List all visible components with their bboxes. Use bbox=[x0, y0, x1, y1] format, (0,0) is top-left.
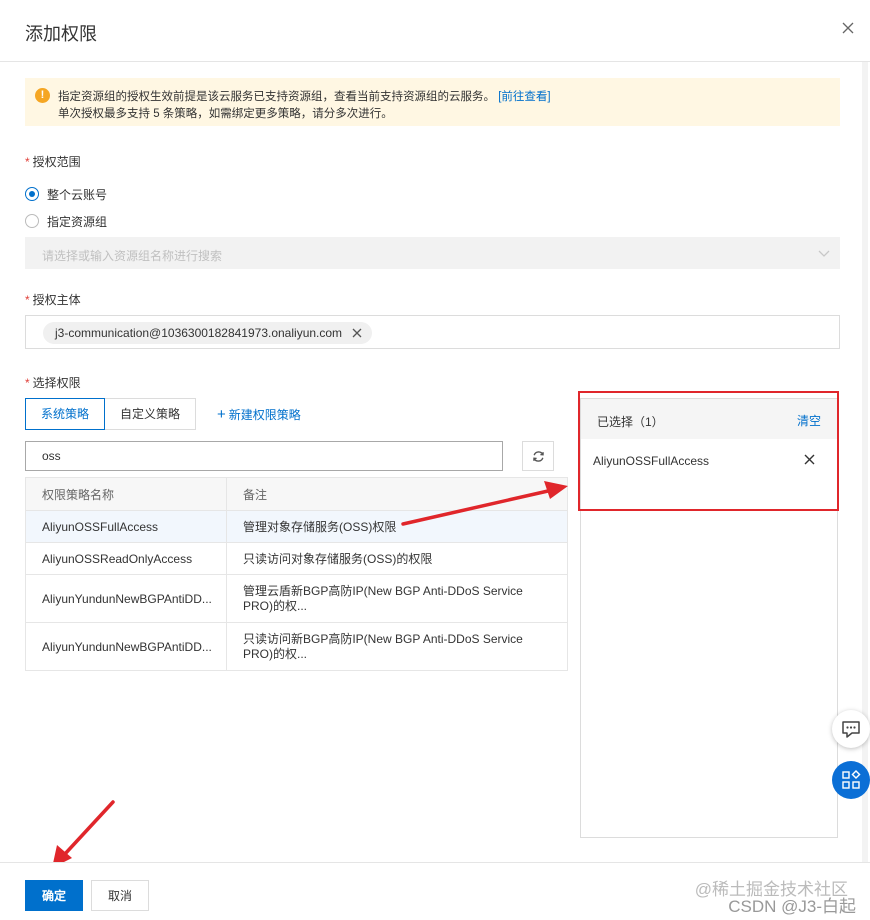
apps-grid-icon bbox=[842, 769, 861, 789]
policy-note: 只读访问对象存储服务(OSS)的权限 bbox=[243, 552, 433, 566]
new-policy-link[interactable]: + 新建权限策略 bbox=[217, 406, 301, 423]
principal-tag: j3-communication@1036300182841973.onaliy… bbox=[43, 322, 373, 344]
policy-name: AliyunYundunNewBGPAntiDD... bbox=[26, 623, 227, 670]
required-mark: * bbox=[25, 293, 30, 307]
policy-name: AliyunYundunNewBGPAntiDD... bbox=[26, 575, 227, 622]
notice-text: 指定资源组的授权生效前提是该云服务已支持资源组，查看当前支持资源组的云服务。 bbox=[58, 91, 495, 103]
table-row[interactable]: AliyunYundunNewBGPAntiDD... 只读访问新BGP高防IP… bbox=[26, 622, 567, 670]
selected-policy-item: AliyunOSSFullAccess bbox=[593, 454, 710, 468]
clear-all-link[interactable]: 清空 bbox=[797, 412, 821, 429]
tab-system-policy[interactable]: 系统策略 bbox=[25, 398, 106, 430]
column-header-note: 备注 bbox=[243, 487, 268, 502]
tab-custom-policy[interactable]: 自定义策略 bbox=[105, 398, 197, 430]
apps-button[interactable] bbox=[832, 761, 870, 799]
chevron-down-icon bbox=[818, 250, 830, 257]
warning-icon: ! bbox=[35, 88, 50, 103]
radio-whole-account[interactable]: 整个云账号 bbox=[25, 185, 107, 203]
confirm-button[interactable]: 确定 bbox=[25, 880, 83, 911]
view-supported-link[interactable]: [前往查看] bbox=[498, 91, 550, 103]
radio-resource-group[interactable]: 指定资源组 bbox=[25, 212, 107, 230]
selected-policies-panel: 已选择（1） 清空 AliyunOSSFullAccess bbox=[580, 398, 838, 838]
policy-name: AliyunOSSReadOnlyAccess bbox=[26, 543, 227, 574]
watermark-csdn: CSDN @J3-白起 bbox=[728, 897, 856, 916]
chat-button[interactable] bbox=[832, 710, 870, 748]
resource-group-select: 请选择或输入资源组名称进行搜索 bbox=[25, 237, 840, 269]
notice-text-2: 单次授权最多支持 5 条策略，如需绑定更多策略，请分多次进行。 bbox=[58, 108, 393, 120]
policy-note: 管理云盾新BGP高防IP(New BGP Anti-DDoS Service P… bbox=[243, 583, 523, 613]
table-row[interactable]: AliyunOSSFullAccess 管理对象存储服务(OSS)权限 bbox=[26, 510, 567, 542]
required-mark: * bbox=[25, 376, 30, 390]
radio-label: 整个云账号 bbox=[47, 187, 108, 202]
selected-count: 已选择（1） bbox=[597, 415, 664, 429]
remove-selected-icon[interactable] bbox=[804, 454, 815, 465]
required-mark: * bbox=[25, 155, 30, 169]
add-permission-dialog: 添加权限 ! 指定资源组的授权生效前提是该云服务已支持资源组，查看当前支持资源组… bbox=[0, 0, 870, 920]
refresh-icon bbox=[533, 451, 544, 462]
column-header-name: 权限策略名称 bbox=[26, 478, 227, 510]
principal-tag-text: j3-communication@1036300182841973.onaliy… bbox=[55, 326, 343, 340]
radio-unchecked-icon[interactable] bbox=[25, 214, 39, 228]
close-icon[interactable] bbox=[840, 20, 856, 36]
annotation-arrow-icon bbox=[52, 800, 115, 868]
selected-panel-header: 已选择（1） 清空 bbox=[581, 399, 837, 439]
select-placeholder: 请选择或输入资源组名称进行搜索 bbox=[42, 249, 223, 263]
scope-label: * 授权范围 bbox=[25, 155, 81, 169]
dialog-header: 添加权限 bbox=[0, 0, 870, 62]
plus-icon: + bbox=[217, 406, 226, 423]
notice-banner: ! 指定资源组的授权生效前提是该云服务已支持资源组，查看当前支持资源组的云服务。… bbox=[25, 78, 840, 126]
policy-note: 只读访问新BGP高防IP(New BGP Anti-DDoS Service P… bbox=[243, 631, 523, 661]
policy-note: 管理对象存储服务(OSS)权限 bbox=[243, 520, 397, 534]
policy-search-input[interactable] bbox=[25, 441, 503, 471]
principal-label: * 授权主体 bbox=[25, 293, 81, 307]
table-row[interactable]: AliyunOSSReadOnlyAccess 只读访问对象存储服务(OSS)的… bbox=[26, 542, 567, 574]
table-row[interactable]: AliyunYundunNewBGPAntiDD... 管理云盾新BGP高防IP… bbox=[26, 574, 567, 622]
cancel-button[interactable]: 取消 bbox=[91, 880, 149, 911]
refresh-button[interactable] bbox=[522, 441, 554, 471]
dialog-title: 添加权限 bbox=[25, 24, 97, 44]
principal-field[interactable]: j3-communication@1036300182841973.onaliy… bbox=[25, 315, 840, 349]
policy-tabs: 系统策略 自定义策略 bbox=[25, 398, 197, 430]
table-header-row: 权限策略名称 备注 bbox=[26, 478, 567, 510]
policy-table: 权限策略名称 备注 AliyunOSSFullAccess 管理对象存储服务(O… bbox=[25, 477, 568, 671]
radio-label: 指定资源组 bbox=[47, 214, 108, 229]
remove-tag-icon[interactable] bbox=[352, 328, 362, 338]
radio-checked-icon[interactable] bbox=[25, 187, 39, 201]
chat-icon bbox=[842, 721, 860, 738]
permissions-label: * 选择权限 bbox=[25, 376, 81, 390]
policy-name: AliyunOSSFullAccess bbox=[26, 511, 227, 542]
